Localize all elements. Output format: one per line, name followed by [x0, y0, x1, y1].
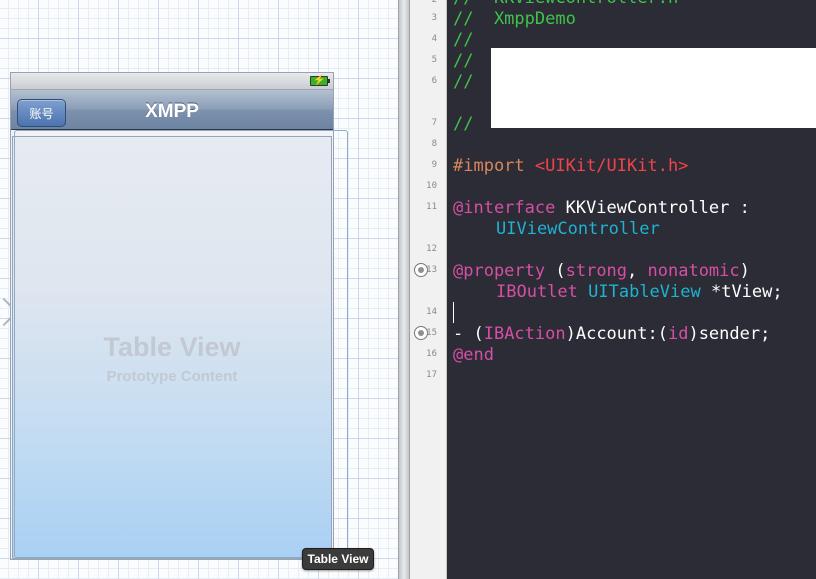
type-token: UITableView — [588, 282, 701, 302]
code-line-15: - (IBAction)Account:(id)sender; — [453, 324, 770, 345]
code-line-7: // — [453, 114, 474, 134]
text-cursor — [453, 302, 454, 323]
line-number: 3 — [431, 13, 437, 23]
outlet-connection-circle-icon[interactable] — [414, 263, 428, 277]
line-number: 12 — [426, 244, 437, 254]
view-controller-scene[interactable]: ⚡ 账号 XMPP Table View Prototype Content — [10, 72, 348, 560]
include-path-token: <UIKit/UIKit.h> — [534, 156, 689, 176]
action-connection-circle-icon[interactable] — [414, 326, 428, 340]
plain-token: ( — [545, 261, 566, 281]
code-line-2: // KKViewController.h — [453, 0, 678, 9]
code-line-13-continued: IBOutlet UITableView *tView; — [496, 282, 783, 303]
keyword-token: @interface — [453, 198, 556, 218]
line-number: 8 — [431, 139, 437, 149]
line-number: 7 — [431, 118, 437, 128]
storyboard-canvas[interactable]: ⚡ 账号 XMPP Table View Prototype Content T… — [0, 0, 398, 579]
line-number: 16 — [426, 349, 437, 359]
line-number: 17 — [426, 370, 437, 380]
table-view-label-badge[interactable]: Table View — [302, 548, 374, 570]
charging-bolt-icon: ⚡ — [313, 75, 326, 86]
line-number: 6 — [431, 76, 437, 86]
line-number: 5 — [431, 55, 437, 65]
plain-token: *tView; — [700, 282, 783, 302]
plain-token: ) — [739, 261, 750, 281]
line-number: 11 — [426, 202, 437, 212]
comment-token: KKViewController.h — [494, 0, 678, 8]
comment-token: // — [453, 0, 494, 8]
status-bar: ⚡ — [11, 73, 333, 90]
battery-icon: ⚡ — [310, 75, 330, 86]
plain-token: )sender; — [688, 324, 771, 344]
line-number: 14 — [426, 307, 437, 317]
code-line-9: #import <UIKit/UIKit.h> — [453, 156, 688, 177]
line-number: 4 — [431, 34, 437, 44]
line-number: 10 — [426, 181, 437, 191]
line-number: 9 — [431, 160, 437, 170]
keyword-token: IBOutlet — [496, 282, 578, 302]
keyword-token: IBAction — [483, 324, 566, 344]
plain-token: KKViewController : — [555, 198, 750, 218]
code-line-6: // — [453, 72, 474, 92]
keyword-token: nonatomic — [647, 261, 740, 281]
redacted-region — [491, 48, 816, 128]
code-line-11: @interface KKViewController : — [453, 198, 750, 219]
keyword-token: strong — [565, 261, 628, 281]
code-line-3: // XmppDemo — [453, 9, 576, 29]
code-line-11-continued: UIViewController — [496, 219, 660, 239]
keyword-token: id — [667, 324, 689, 344]
plain-token: )Account:( — [565, 324, 668, 344]
line-number-gutter[interactable]: 2 3 4 5 6 7 8 9 10 11 12 13 14 15 16 17 — [410, 0, 447, 579]
preprocessor-token: #import — [453, 156, 535, 176]
navigation-title[interactable]: XMPP — [11, 101, 333, 123]
code-line-5: // — [453, 51, 474, 71]
split-view-divider[interactable] — [398, 0, 410, 579]
table-view-selection-outline — [14, 130, 348, 558]
navigation-bar[interactable]: 账号 XMPP — [11, 90, 333, 130]
line-number: 2 — [431, 0, 437, 5]
plain-token: - ( — [453, 324, 484, 344]
code-line-13: @property (strong, nonatomic) — [453, 261, 750, 282]
code-line-4: // — [453, 30, 474, 50]
plain-token: , — [627, 261, 648, 281]
code-line-16: @end — [453, 345, 494, 365]
keyword-token: @property — [453, 261, 546, 281]
